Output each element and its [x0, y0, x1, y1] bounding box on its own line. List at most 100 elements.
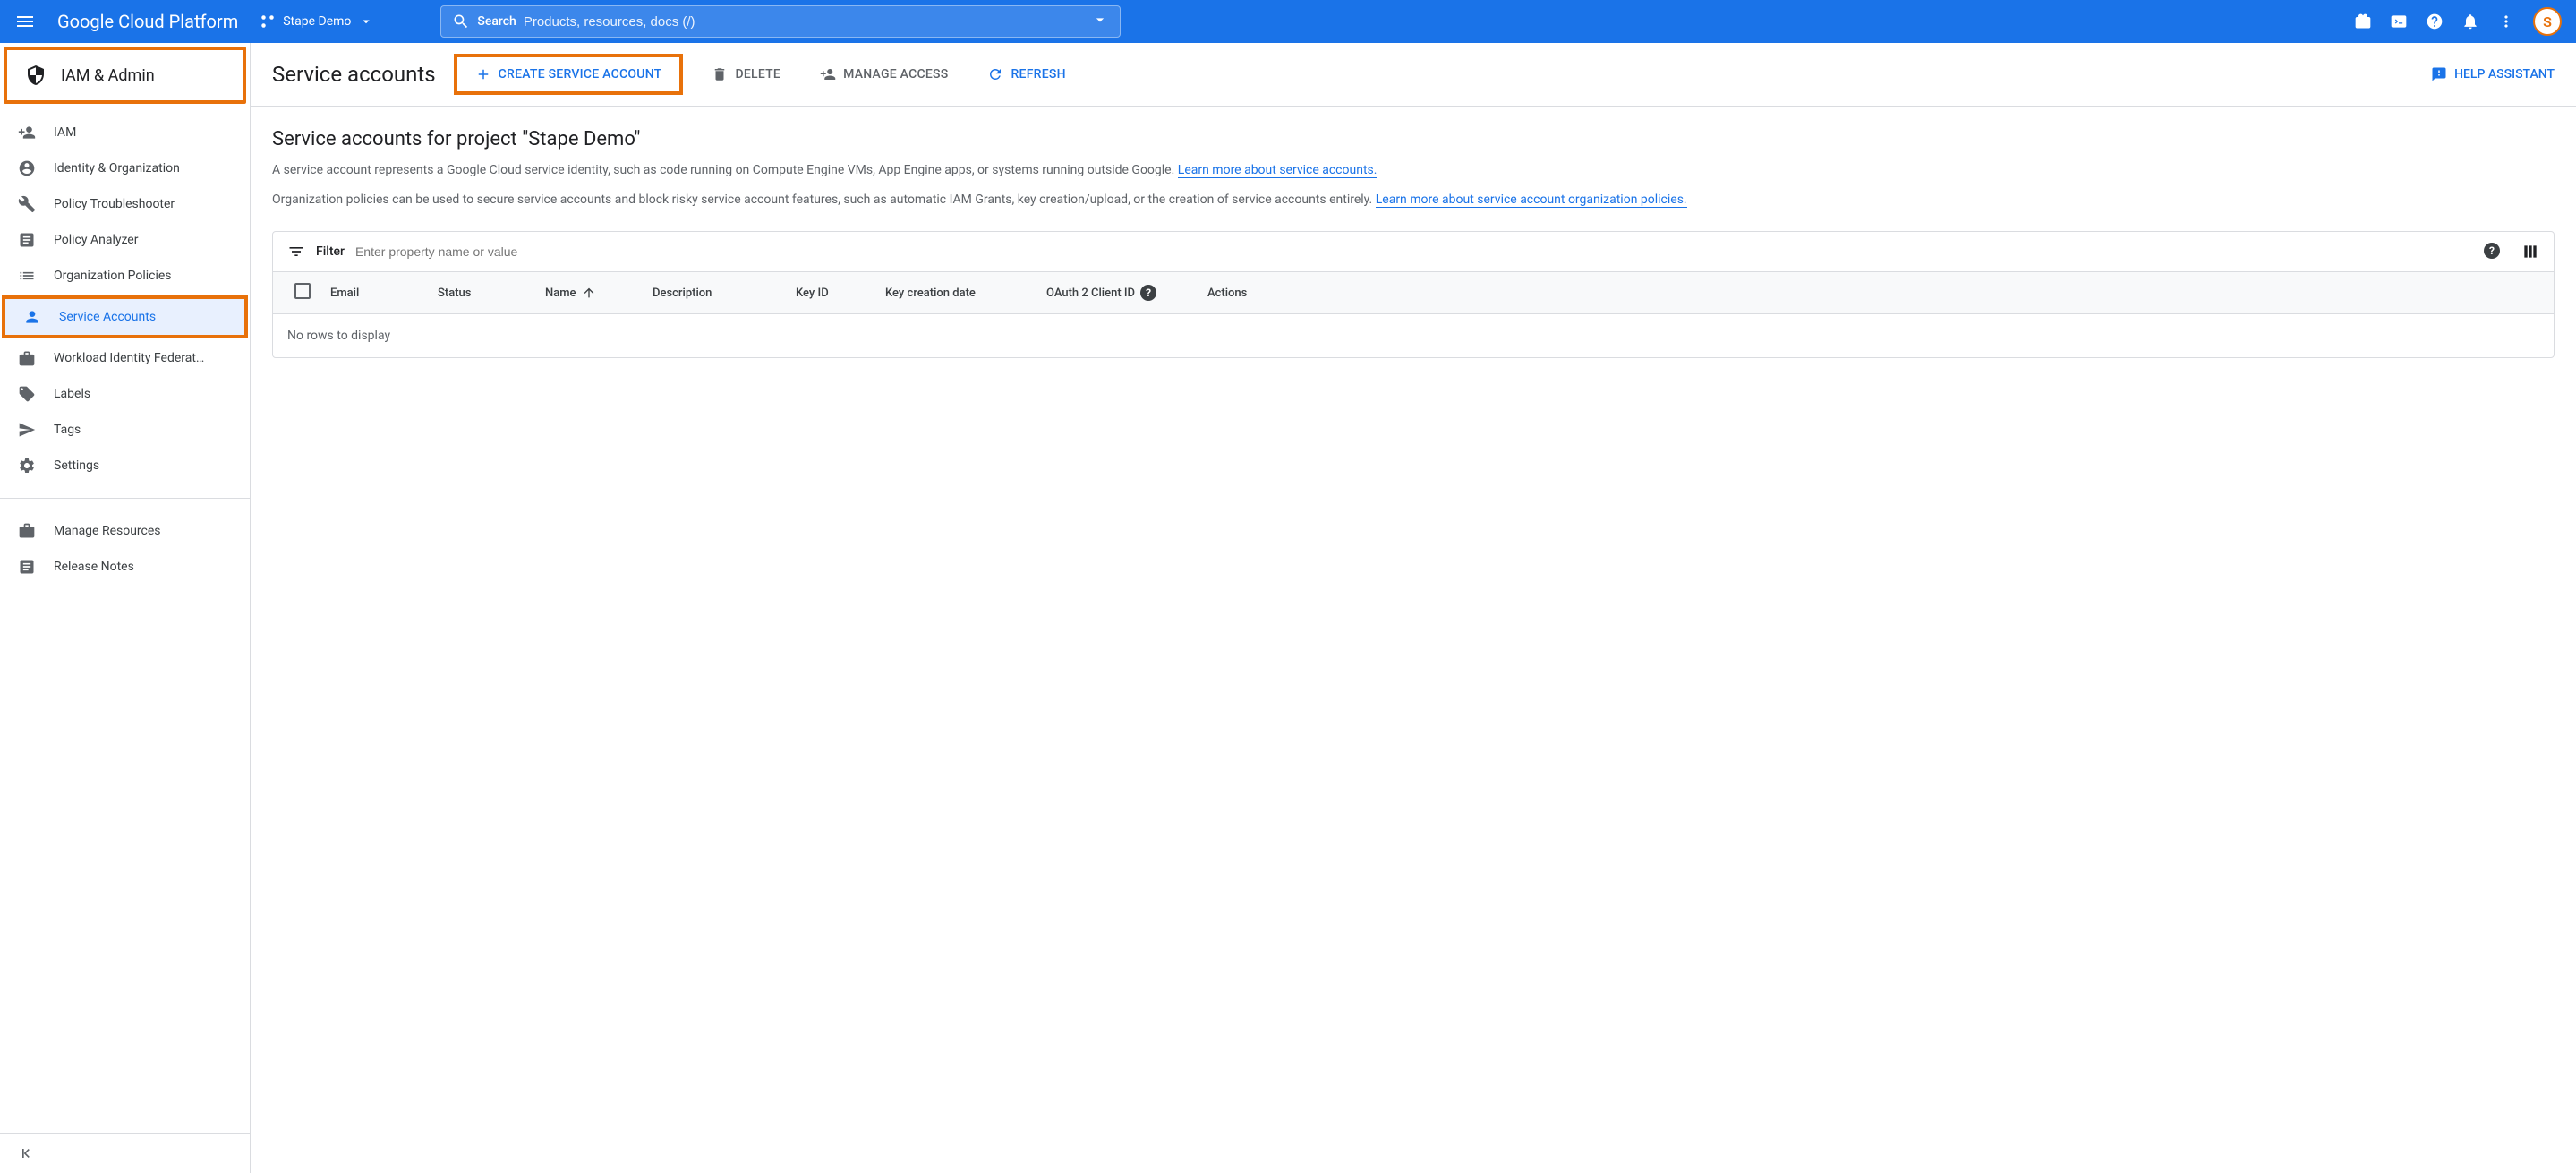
content-area: Service accounts CREATE SERVICE ACCOUNT … [251, 43, 2576, 1173]
sidebar-item-label: Workload Identity Federat… [54, 351, 204, 365]
help-circle-icon[interactable]: ? [1140, 285, 1156, 301]
sidebar: IAM & Admin IAM Identity & Organization … [0, 43, 251, 1173]
column-header-name[interactable]: Name [538, 286, 645, 300]
search-chevron-down-icon[interactable] [1091, 11, 1109, 32]
search-box[interactable]: Search [440, 5, 1121, 38]
tag-icon [18, 385, 36, 403]
button-label: CREATE SERVICE ACCOUNT [499, 67, 662, 81]
gear-icon [18, 457, 36, 475]
hamburger-menu-icon[interactable] [14, 11, 36, 32]
column-header-keyid[interactable]: Key ID [789, 287, 878, 300]
table-filter-bar: Filter ? [273, 232, 2554, 271]
filter-input[interactable] [355, 244, 2473, 259]
badge-icon [18, 349, 36, 367]
help-circle-icon[interactable]: ? [2484, 243, 2500, 259]
content-header: Service accounts CREATE SERVICE ACCOUNT … [251, 43, 2576, 107]
delete-button[interactable]: DELETE [701, 59, 791, 90]
select-all-checkbox[interactable] [287, 283, 323, 303]
header-right: S [2354, 7, 2562, 36]
table-empty-message: No rows to display [273, 313, 2554, 357]
help-icon[interactable] [2426, 13, 2444, 30]
button-label: REFRESH [1011, 67, 1065, 81]
description-1: A service account represents a Google Cl… [272, 161, 2555, 180]
wrench-icon [18, 195, 36, 213]
manage-access-button[interactable]: MANAGE ACCESS [809, 59, 959, 90]
list-icon [18, 267, 36, 285]
column-header-keydate[interactable]: Key creation date [878, 287, 1039, 300]
create-service-account-button[interactable]: CREATE SERVICE ACCOUNT [454, 54, 684, 95]
person-add-icon [820, 66, 836, 82]
sidebar-item-labels[interactable]: Labels [0, 376, 250, 412]
refresh-button[interactable]: REFRESH [977, 59, 1076, 90]
help-assistant-button[interactable]: HELP ASSISTANT [2431, 66, 2555, 82]
gift-icon[interactable] [2354, 13, 2372, 30]
chevron-left-icon [18, 1144, 36, 1162]
table-header-row: Email Status Name Description Key ID Key… [273, 271, 2554, 313]
person-add-icon [18, 124, 36, 141]
sidebar-item-settings[interactable]: Settings [0, 448, 250, 484]
filter-icon[interactable] [287, 243, 305, 261]
arrow-up-icon [582, 286, 596, 300]
send-icon [18, 421, 36, 439]
shield-icon [25, 64, 47, 86]
chat-icon [2431, 66, 2447, 82]
sidebar-item-troubleshooter[interactable]: Policy Troubleshooter [0, 186, 250, 222]
description-2: Organization policies can be used to sec… [272, 191, 2555, 210]
sidebar-item-org-policies[interactable]: Organization Policies [0, 258, 250, 294]
trash-icon [712, 66, 728, 82]
search-input[interactable] [524, 14, 1092, 30]
project-icon [260, 13, 276, 30]
sidebar-collapse-button[interactable] [0, 1133, 250, 1173]
cloud-shell-icon[interactable] [2390, 13, 2408, 30]
search-label: Search [477, 14, 516, 29]
more-vert-icon[interactable] [2497, 13, 2515, 30]
button-label: HELP ASSISTANT [2454, 67, 2555, 81]
button-label: MANAGE ACCESS [843, 67, 948, 81]
sidebar-item-service-accounts[interactable]: Service Accounts [2, 295, 248, 338]
notes-icon [18, 558, 36, 576]
sidebar-divider [0, 498, 250, 499]
sidebar-item-iam[interactable]: IAM [0, 115, 250, 150]
sidebar-item-analyzer[interactable]: Policy Analyzer [0, 222, 250, 258]
column-header-description[interactable]: Description [645, 287, 789, 300]
columns-icon[interactable] [2521, 243, 2539, 261]
column-header-email[interactable]: Email [323, 287, 431, 300]
sidebar-header[interactable]: IAM & Admin [4, 47, 246, 104]
button-label: DELETE [735, 67, 780, 81]
sidebar-title: IAM & Admin [61, 66, 155, 85]
sidebar-item-label: Service Accounts [59, 310, 156, 324]
table-wrapper: Filter ? Email Status Name Descripti [272, 231, 2555, 358]
filter-label: Filter [316, 244, 345, 259]
sidebar-item-manage-resources[interactable]: Manage Resources [0, 513, 250, 549]
content-subtitle: Service accounts for project "Stape Demo… [272, 128, 2555, 150]
briefcase-icon [18, 522, 36, 540]
sidebar-item-label: Organization Policies [54, 269, 172, 283]
search-icon [452, 13, 470, 30]
column-header-oauth[interactable]: OAuth 2 Client ID ? [1039, 285, 1200, 301]
sidebar-item-label: Manage Resources [54, 524, 161, 538]
sidebar-item-label: Settings [54, 458, 99, 473]
avatar[interactable]: S [2533, 7, 2562, 36]
logo-text[interactable]: Google Cloud Platform [57, 11, 238, 32]
sidebar-item-label: Release Notes [54, 560, 134, 574]
plus-icon [475, 66, 491, 82]
column-header-actions: Actions [1200, 287, 1290, 300]
notifications-icon[interactable] [2461, 13, 2479, 30]
project-name: Stape Demo [283, 14, 351, 29]
refresh-icon [987, 66, 1003, 82]
sidebar-item-label: IAM [54, 125, 76, 140]
sidebar-items: IAM Identity & Organization Policy Troub… [0, 107, 250, 1133]
project-selector[interactable]: Stape Demo [252, 10, 381, 33]
sidebar-item-label: Tags [54, 423, 81, 437]
sidebar-item-label: Labels [54, 387, 90, 401]
sidebar-item-release-notes[interactable]: Release Notes [0, 549, 250, 585]
top-header: Google Cloud Platform Stape Demo Search … [0, 0, 2576, 43]
learn-more-policies-link[interactable]: Learn more about service account organiz… [1376, 193, 1687, 208]
sidebar-item-workload[interactable]: Workload Identity Federat… [0, 340, 250, 376]
column-header-status[interactable]: Status [431, 287, 538, 300]
sidebar-item-identity[interactable]: Identity & Organization [0, 150, 250, 186]
learn-more-accounts-link[interactable]: Learn more about service accounts. [1178, 163, 1378, 178]
content-body: Service accounts for project "Stape Demo… [251, 107, 2576, 380]
sidebar-item-tags[interactable]: Tags [0, 412, 250, 448]
key-account-icon [23, 308, 41, 326]
